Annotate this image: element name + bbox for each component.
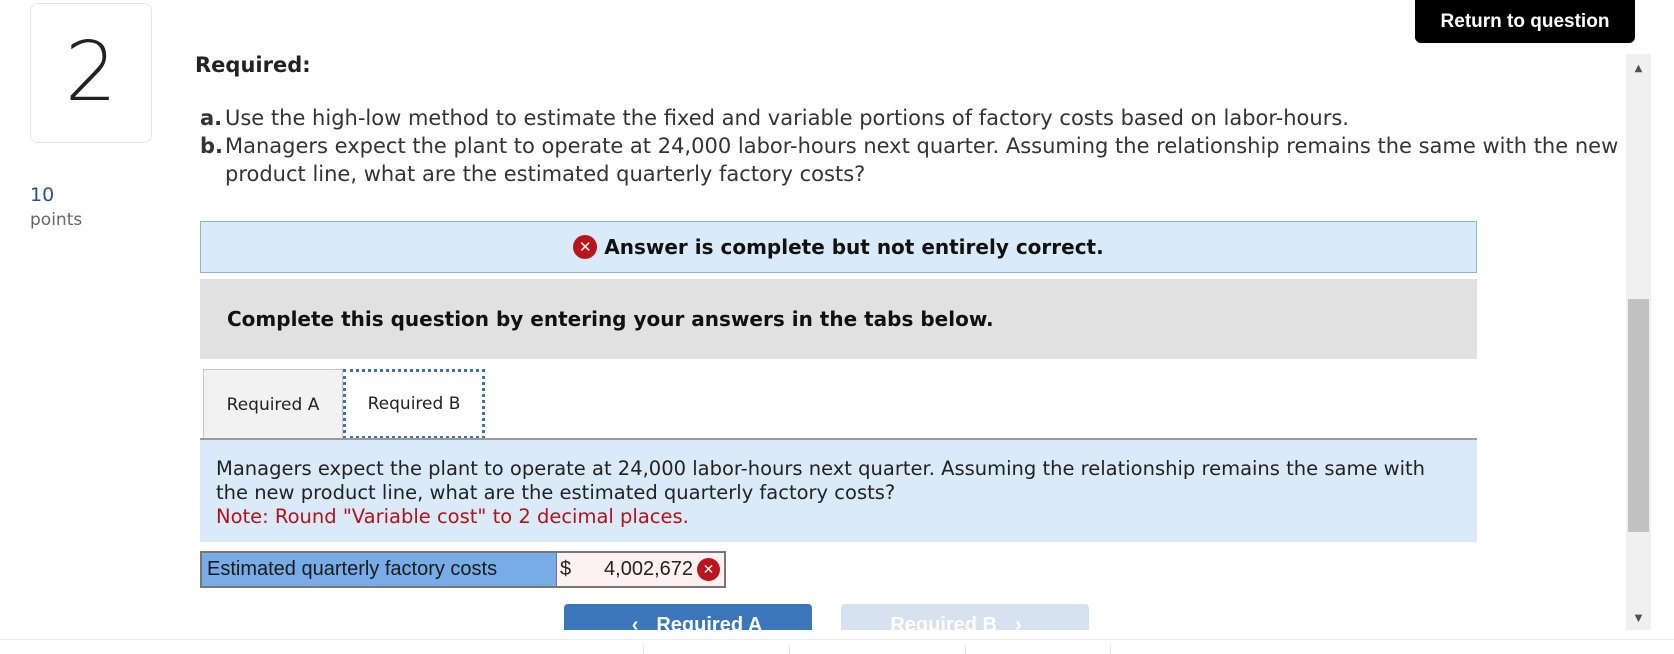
tab-content-panel: Managers expect the plant to operate at … [200,438,1477,542]
x-circle-icon: ✕ [697,558,720,581]
required-heading: Required: [195,53,311,77]
prev-required-a-button[interactable]: ‹ Required A [564,604,812,630]
answer-row: Estimated quarterly factory costs $ 4,00… [200,551,726,588]
instruction-text: Complete this question by entering your … [227,307,994,331]
required-item-a: a. Use the high-low method to estimate t… [200,104,1620,132]
required-item-b: b. Managers expect the plant to operate … [200,132,1620,188]
currency-symbol: $ [560,558,572,580]
answer-input[interactable]: $ 4,002,672 ✕ [557,551,726,588]
points-label: points [30,210,83,230]
footer-separator [965,645,966,654]
required-item-label: a. [200,106,223,130]
tab-label: Required A [226,394,320,415]
alert-text: Answer is complete but not entirely corr… [604,235,1104,259]
required-item-text: Managers expect the plant to operate at … [225,134,1619,186]
instruction-banner: Complete this question by entering your … [200,279,1477,359]
rounding-note: Note: Round "Variable cost" to 2 decimal… [216,505,689,528]
answer-label: Estimated quarterly factory costs [200,551,557,588]
chevron-left-icon: ‹ [631,614,639,630]
footer-separator [1110,645,1111,654]
question-number: 2 [64,25,118,120]
scroll-up-arrow-icon[interactable]: ▲ [1626,58,1651,78]
answer-status-alert: ✕ Answer is complete but not entirely co… [200,221,1477,273]
required-list: a. Use the high-low method to estimate t… [200,104,1620,188]
next-required-b-button[interactable]: Required B › [841,604,1089,630]
chevron-right-icon: › [1015,614,1022,630]
content-question-text: Managers expect the plant to operate at … [216,457,1426,504]
answer-value[interactable]: 4,002,672 [581,558,697,581]
required-item-label: b. [200,134,224,158]
footer-separator [789,645,790,654]
scrollbar-thumb[interactable] [1628,299,1649,532]
nav-button-label: Required B [890,614,997,630]
tab-label: Required B [367,394,461,414]
return-to-question-button[interactable]: Return to question [1415,0,1635,43]
footer-divider [0,639,1674,640]
scroll-down-arrow-icon[interactable]: ▼ [1626,608,1651,628]
x-circle-icon: ✕ [573,235,598,259]
tab-required-a[interactable]: Required A [203,369,343,439]
points-value: 10 [30,184,55,206]
question-number-box: 2 [30,3,152,143]
footer-separator [643,645,644,654]
vertical-scrollbar[interactable]: ▲ ▼ [1626,54,1651,630]
nav-button-label: Required A [656,614,763,630]
required-item-text: Use the high-low method to estimate the … [225,106,1349,130]
tab-required-b[interactable]: Required B [343,369,485,439]
